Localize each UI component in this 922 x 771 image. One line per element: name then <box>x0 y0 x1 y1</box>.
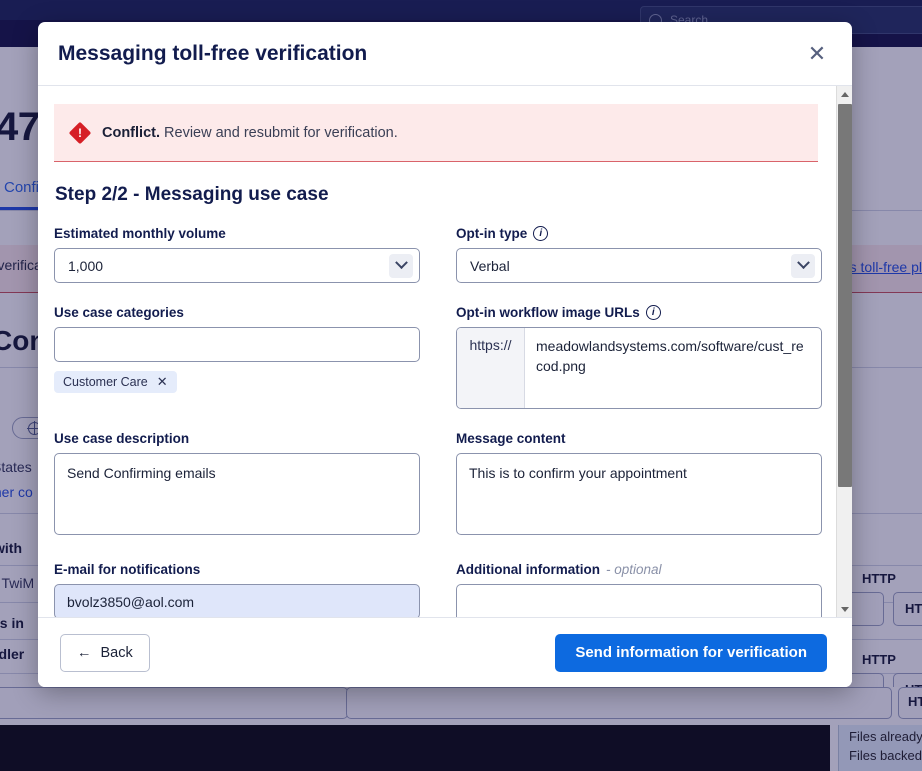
label-opt-in-workflow-image-urls: Opt-in workflow image URLs i <box>456 305 822 320</box>
info-icon[interactable]: i <box>533 226 549 241</box>
textarea-message-content[interactable] <box>456 453 822 535</box>
label-message-content: Message content <box>456 431 822 446</box>
label-text: Additional information <box>456 562 600 577</box>
select-estimated-monthly-volume[interactable]: 1,000 <box>54 248 420 283</box>
use-case-category-chips: Customer Care ✕ <box>54 371 420 393</box>
send-information-button[interactable]: Send information for verification <box>555 633 827 672</box>
field-estimated-monthly-volume: Estimated monthly volume 1,000 <box>54 226 420 283</box>
modal-scroll-region: ! Conflict. Review and resubmit for veri… <box>38 86 852 617</box>
label-use-case-categories: Use case categories <box>54 305 420 320</box>
label-text: Message content <box>456 431 566 446</box>
toll-free-verification-modal: Messaging toll-free verification ✕ ! Con… <box>38 22 852 687</box>
modal-header: Messaging toll-free verification ✕ <box>38 22 852 86</box>
modal-scrollbar[interactable] <box>836 86 852 617</box>
label-text: Use case categories <box>54 305 184 320</box>
step-title: Step 2/2 - Messaging use case <box>55 184 329 205</box>
scrollbar-thumb[interactable] <box>838 104 852 487</box>
alert-message: Conflict. Review and resubmit for verifi… <box>102 125 398 141</box>
chip-remove-icon[interactable]: ✕ <box>157 374 168 390</box>
input-use-case-categories[interactable] <box>54 327 420 362</box>
label-additional-information: Additional information - optional <box>456 562 822 577</box>
textarea-use-case-description[interactable] <box>54 453 420 535</box>
info-icon[interactable]: i <box>645 305 661 320</box>
field-use-case-categories: Use case categories Customer Care ✕ <box>54 305 420 409</box>
field-additional-information: Additional information - optional <box>456 562 822 617</box>
field-opt-in-type: Opt-in type i Verbal <box>456 226 822 283</box>
modal-title: Messaging toll-free verification <box>58 41 368 65</box>
form-grid: Estimated monthly volume 1,000 Opt-in ty… <box>54 226 822 617</box>
alert-strong: Conflict. <box>102 124 160 141</box>
url-value[interactable]: meadowlandsystems.com/software/cust_reco… <box>525 328 821 408</box>
label-text: Estimated monthly volume <box>54 226 226 241</box>
close-icon[interactable]: ✕ <box>800 37 834 71</box>
url-scheme-prefix: https:// <box>457 328 525 408</box>
select-value: Verbal <box>470 257 510 274</box>
label-text: Opt-in type <box>456 226 528 241</box>
input-opt-in-workflow-image-urls[interactable]: https:// meadowlandsystems.com/software/… <box>456 327 822 409</box>
select-value: 1,000 <box>68 257 104 274</box>
field-use-case-description: Use case description <box>54 431 420 540</box>
field-opt-in-workflow-image-urls: Opt-in workflow image URLs i https:// me… <box>456 305 822 409</box>
label-email-for-notifications: E-mail for notifications <box>54 562 420 577</box>
field-message-content: Message content <box>456 431 822 540</box>
label-estimated-monthly-volume: Estimated monthly volume <box>54 226 420 241</box>
alert-diamond-icon: ! <box>68 121 92 144</box>
modal-footer: ← Back Send information for verification <box>38 617 852 687</box>
modal-content: ! Conflict. Review and resubmit for veri… <box>38 86 844 617</box>
chevron-down-icon[interactable] <box>791 253 815 278</box>
chevron-down-icon[interactable] <box>389 253 413 278</box>
back-button[interactable]: ← Back <box>60 633 150 672</box>
select-opt-in-type[interactable]: Verbal <box>456 248 822 283</box>
label-text: Opt-in workflow image URLs <box>456 305 640 320</box>
label-text: Use case description <box>54 431 190 446</box>
arrow-left-icon: ← <box>77 644 92 661</box>
input-email-for-notifications[interactable] <box>54 584 420 617</box>
optional-suffix: - optional <box>606 562 662 577</box>
conflict-alert: ! Conflict. Review and resubmit for veri… <box>54 104 818 162</box>
scroll-up-arrow-icon[interactable] <box>837 86 852 102</box>
chip-customer-care[interactable]: Customer Care ✕ <box>54 371 177 393</box>
alert-bang-glyph: ! <box>78 125 82 140</box>
label-opt-in-type: Opt-in type i <box>456 226 822 241</box>
label-use-case-description: Use case description <box>54 431 420 446</box>
back-button-label: Back <box>100 644 133 661</box>
chip-label: Customer Care <box>63 375 148 389</box>
alert-detail: Review and resubmit for verification. <box>160 124 398 141</box>
textarea-additional-information[interactable] <box>456 584 822 617</box>
field-email-for-notifications: E-mail for notifications Stay up to date… <box>54 562 420 617</box>
label-text: E-mail for notifications <box>54 562 201 577</box>
scroll-down-arrow-icon[interactable] <box>837 601 852 617</box>
